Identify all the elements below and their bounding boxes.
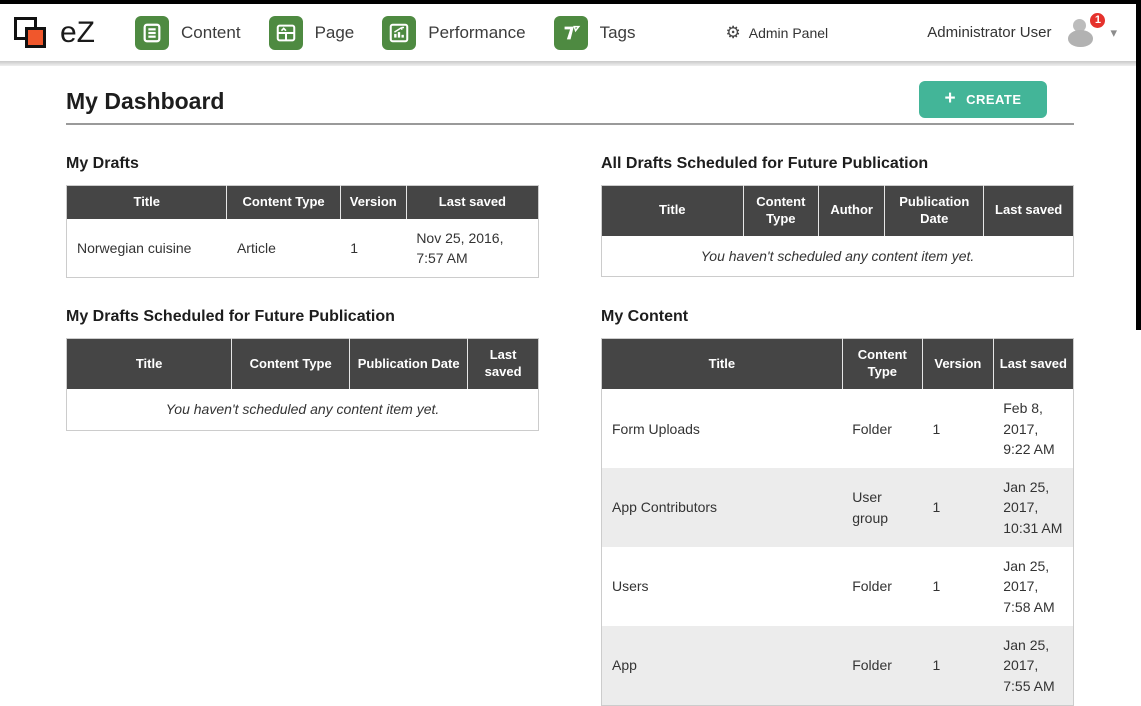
- screen-top-edge: [0, 0, 1141, 4]
- column-header: Content Type: [743, 186, 819, 236]
- logo-orange-square: [25, 27, 46, 48]
- table-cell: Users: [602, 547, 843, 626]
- nav-item-tags[interactable]: Tags: [554, 16, 636, 50]
- ez-logo[interactable]: eZ: [12, 13, 95, 53]
- empty-state-row: You haven't scheduled any content item y…: [67, 389, 539, 430]
- my-drafts-scheduled-table: TitleContent TypePublication DateLast sa…: [66, 338, 539, 430]
- nav-item-label: Tags: [600, 23, 636, 43]
- my-drafts-table: TitleContent TypeVersionLast savedNorweg…: [66, 185, 539, 278]
- dashboard-main: My Dashboard + CREATE My Drafts TitleCon…: [0, 66, 1141, 706]
- content-icon: [135, 16, 169, 50]
- performance-icon: [382, 16, 416, 50]
- ez-logo-icon: [12, 13, 54, 53]
- table-cell: Folder: [842, 547, 922, 626]
- plus-icon: +: [944, 89, 956, 108]
- nav-item-content[interactable]: Content: [135, 16, 241, 50]
- table-cell: 1: [340, 219, 406, 278]
- column-header: Title: [67, 186, 227, 219]
- logo-text: eZ: [60, 16, 95, 50]
- table-row: Norwegian cuisineArticle1Nov 25, 2016, 7…: [67, 219, 539, 278]
- table-cell: App: [602, 626, 843, 705]
- table-header-row: TitleContent TypePublication DateLast sa…: [67, 339, 539, 389]
- table-row: App ContributorsUser group1Jan 25, 2017,…: [602, 468, 1074, 547]
- nav-item-label: Page: [315, 23, 355, 43]
- column-header: Content Type: [842, 339, 922, 389]
- column-header: Publication Date: [350, 339, 468, 389]
- table-cell: App Contributors: [602, 468, 843, 547]
- table-cell: Nov 25, 2016, 7:57 AM: [406, 219, 538, 278]
- section-title: All Drafts Scheduled for Future Publicat…: [601, 155, 1074, 173]
- section-my-drafts-scheduled: My Drafts Scheduled for Future Publicati…: [66, 308, 539, 705]
- table-cell: 1: [922, 468, 993, 547]
- user-name: Administrator User: [927, 24, 1051, 41]
- column-header: Content Type: [232, 339, 350, 389]
- column-header: Title: [602, 186, 744, 236]
- empty-state-message: You haven't scheduled any content item y…: [602, 236, 1074, 277]
- admin-panel-label: Admin Panel: [749, 25, 828, 41]
- table-cell: 1: [922, 547, 993, 626]
- empty-state-message: You haven't scheduled any content item y…: [67, 389, 539, 430]
- table-row: Form UploadsFolder1Feb 8, 2017, 9:22 AM: [602, 389, 1074, 468]
- column-header: Title: [602, 339, 843, 389]
- tags-icon: [554, 16, 588, 50]
- avatar-body-shape: [1068, 30, 1093, 47]
- avatar[interactable]: 1: [1067, 18, 1101, 48]
- top-navbar: eZ Content Page: [0, 4, 1141, 61]
- gear-icon: ⚙: [726, 24, 741, 41]
- caret-down-icon[interactable]: ▾: [1110, 25, 1117, 41]
- column-header: Publication Date: [885, 186, 984, 236]
- dashboard-grid: My Drafts TitleContent TypeVersionLast s…: [66, 155, 1074, 706]
- section-title: My Drafts Scheduled for Future Publicati…: [66, 308, 539, 326]
- table-cell: 1: [922, 626, 993, 705]
- nav-item-label: Content: [181, 23, 241, 43]
- table-header-row: TitleContent TypeAuthorPublication DateL…: [602, 186, 1074, 236]
- section-my-content: My Content TitleContent TypeVersionLast …: [601, 308, 1074, 705]
- column-header: Last saved: [993, 339, 1073, 389]
- my-content-table: TitleContent TypeVersionLast savedForm U…: [601, 338, 1074, 705]
- table-row: AppFolder1Jan 25, 2017, 7:55 AM: [602, 626, 1074, 705]
- table-cell: Norwegian cuisine: [67, 219, 227, 278]
- table-cell: User group: [842, 468, 922, 547]
- table-cell: Feb 8, 2017, 9:22 AM: [993, 389, 1073, 468]
- create-button[interactable]: + CREATE: [919, 81, 1047, 118]
- column-header: Version: [922, 339, 993, 389]
- table-cell: 1: [922, 389, 993, 468]
- section-all-drafts-scheduled: All Drafts Scheduled for Future Publicat…: [601, 155, 1074, 278]
- table-cell: Jan 25, 2017, 7:55 AM: [993, 626, 1073, 705]
- create-button-label: CREATE: [966, 92, 1021, 107]
- table-row: UsersFolder1Jan 25, 2017, 7:58 AM: [602, 547, 1074, 626]
- user-menu[interactable]: Administrator User 1 ▾: [927, 18, 1127, 48]
- column-header: Content Type: [227, 186, 340, 219]
- column-header: Last saved: [468, 339, 539, 389]
- column-header: Last saved: [406, 186, 538, 219]
- column-header: Last saved: [984, 186, 1074, 236]
- column-header: Version: [340, 186, 406, 219]
- table-cell: Folder: [842, 389, 922, 468]
- nav-item-page[interactable]: Page: [269, 16, 355, 50]
- column-header: Title: [67, 339, 232, 389]
- column-header: Author: [819, 186, 885, 236]
- empty-state-row: You haven't scheduled any content item y…: [602, 236, 1074, 277]
- nav-item-label: Performance: [428, 23, 525, 43]
- table-cell: Form Uploads: [602, 389, 843, 468]
- screen-right-edge: [1136, 0, 1141, 330]
- table-header-row: TitleContent TypeVersionLast saved: [67, 186, 539, 219]
- section-title: My Drafts: [66, 155, 539, 173]
- notification-badge: 1: [1088, 11, 1107, 30]
- nav-item-performance[interactable]: Performance: [382, 16, 525, 50]
- all-drafts-scheduled-table: TitleContent TypeAuthorPublication DateL…: [601, 185, 1074, 277]
- page-icon: [269, 16, 303, 50]
- title-divider: [66, 123, 1074, 125]
- section-my-drafts: My Drafts TitleContent TypeVersionLast s…: [66, 155, 539, 278]
- section-title: My Content: [601, 308, 1074, 326]
- table-header-row: TitleContent TypeVersionLast saved: [602, 339, 1074, 389]
- primary-nav: Content Page Per: [135, 16, 664, 50]
- table-cell: Jan 25, 2017, 7:58 AM: [993, 547, 1073, 626]
- table-cell: Folder: [842, 626, 922, 705]
- admin-panel-button[interactable]: ⚙ Admin Panel: [726, 24, 829, 41]
- table-cell: Jan 25, 2017, 10:31 AM: [993, 468, 1073, 547]
- table-cell: Article: [227, 219, 340, 278]
